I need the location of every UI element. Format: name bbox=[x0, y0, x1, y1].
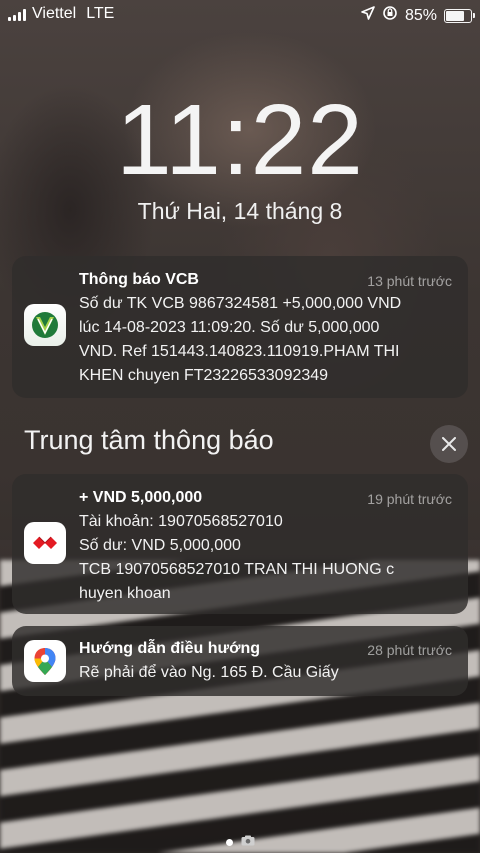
page-dot-current bbox=[225, 838, 233, 846]
notification-line: lúc 14-08-2023 11:09:20. Số dư 5,000,000 bbox=[79, 319, 380, 336]
notification-line: TCB 19070568527010 TRAN THI HUONG c bbox=[79, 561, 395, 578]
notification-title: Hướng dẫn điều hướng bbox=[79, 640, 261, 657]
techcombank-app-icon bbox=[24, 522, 66, 564]
notification-time: 28 phút trước bbox=[367, 642, 452, 658]
battery-icon bbox=[444, 8, 475, 23]
notification-body: Tài khoản: 19070568527010 Số dư: VND 5,0… bbox=[79, 510, 448, 606]
network-type: LTE bbox=[86, 5, 115, 22]
notification-body: Rẽ phải để vào Ng. 165 Đ. Cầu Giấy bbox=[79, 661, 448, 685]
notification-line: Số dư TK VCB 9867324581 +5,000,000 VND bbox=[79, 295, 402, 312]
lock-time: 11:22 bbox=[116, 84, 364, 196]
status-bar: Viettel LTE 85% bbox=[0, 0, 480, 30]
lock-date: Thứ Hai, 14 tháng 8 bbox=[137, 198, 343, 224]
carrier-name: Viettel bbox=[32, 5, 77, 22]
vcb-app-icon bbox=[24, 304, 66, 346]
notification-maps[interactable]: Hướng dẫn điều hướng 28 phút trước Rẽ ph… bbox=[12, 626, 468, 696]
notification-time: 13 phút trước bbox=[367, 273, 452, 289]
notification-title: + VND 5,000,000 bbox=[79, 489, 203, 506]
notification-line: Rẽ phải để vào Ng. 165 Đ. Cầu Giấy bbox=[79, 664, 339, 681]
notification-body: Số dư TK VCB 9867324581 +5,000,000 VND l… bbox=[79, 292, 448, 388]
notification-vcb[interactable]: Thông báo VCB 13 phút trước Số dư TK VCB… bbox=[12, 256, 468, 398]
camera-icon[interactable] bbox=[241, 833, 255, 851]
signal-strength-icon bbox=[8, 8, 26, 21]
notification-line: KHEN chuyen FT23226533092349 bbox=[79, 367, 329, 384]
notification-line: huyen khoan bbox=[79, 585, 171, 602]
notification-line: VND. Ref 151443.140823.110919.PHAM THI bbox=[79, 343, 400, 360]
notification-line: Số dư: VND 5,000,000 bbox=[79, 537, 241, 554]
close-icon bbox=[442, 437, 456, 451]
location-arrow-icon bbox=[361, 6, 375, 25]
notification-app-name: Thông báo VCB bbox=[79, 271, 199, 288]
notification-techcombank[interactable]: + VND 5,000,000 19 phút trước Tài khoản:… bbox=[12, 474, 468, 614]
notification-center-title: Trung tâm thông báo bbox=[24, 425, 274, 455]
orientation-lock-icon bbox=[382, 5, 398, 26]
clear-notifications-button[interactable] bbox=[430, 425, 468, 463]
battery-percent: 85% bbox=[404, 6, 437, 24]
google-maps-icon bbox=[24, 640, 66, 682]
page-indicator bbox=[0, 833, 480, 851]
notification-line: Tài khoản: 19070568527010 bbox=[79, 513, 283, 530]
notification-time: 19 phút trước bbox=[367, 491, 452, 507]
